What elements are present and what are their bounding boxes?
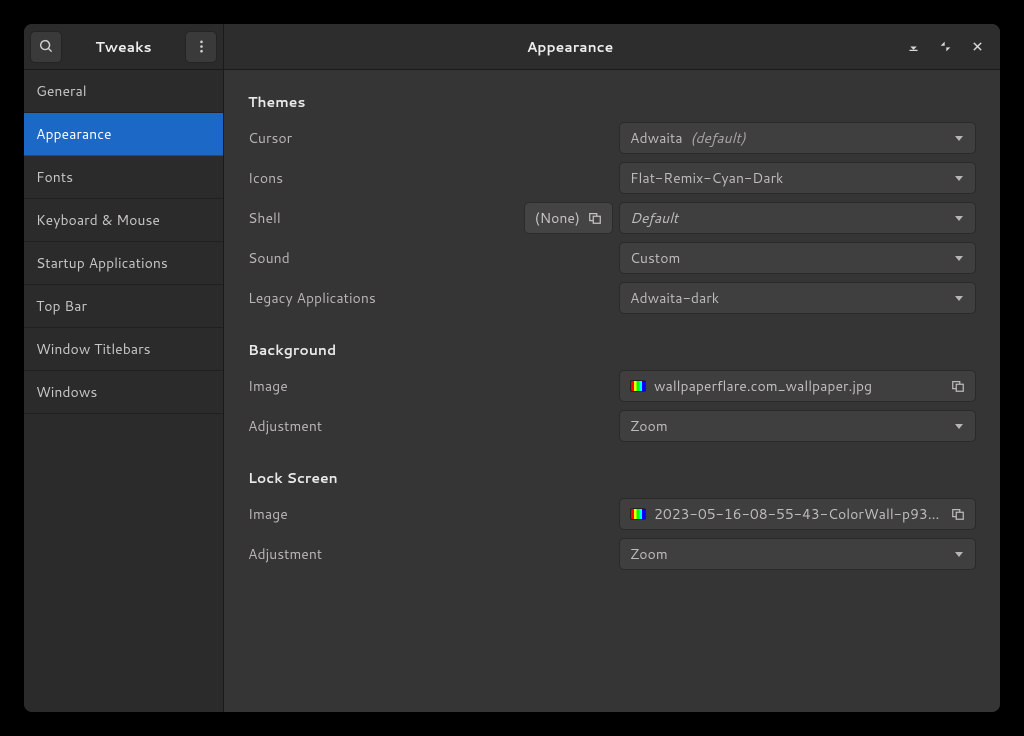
row-cursor: Cursor Adwaita (default) <box>248 122 976 154</box>
icons-dropdown[interactable]: Flat-Remix-Cyan-Dark <box>619 162 976 194</box>
section-title-background: Background <box>248 340 976 360</box>
file-name: wallpaperflare.com_wallpaper.jpg <box>654 376 943 396</box>
section-title-themes: Themes <box>248 92 976 112</box>
thumbnail-icon <box>630 380 646 392</box>
sidebar-item-label: Windows <box>36 382 97 402</box>
background-adjustment-dropdown[interactable]: Zoom <box>619 410 976 442</box>
row-label: Adjustment <box>248 416 322 436</box>
window-controls <box>906 40 990 54</box>
open-icon <box>951 379 965 393</box>
dropdown-value: Zoom <box>630 416 953 436</box>
chevron-down-icon <box>953 548 965 560</box>
background-image-button[interactable]: wallpaperflare.com_wallpaper.jpg <box>619 370 976 402</box>
body: General Appearance Fonts Keyboard & Mous… <box>24 70 1000 712</box>
maximize-button[interactable] <box>938 40 952 54</box>
row-label: Sound <box>248 248 290 268</box>
cursor-dropdown[interactable]: Adwaita (default) <box>619 122 976 154</box>
sidebar-item-label: Startup Applications <box>36 253 168 273</box>
row-sound: Sound Custom <box>248 242 976 274</box>
open-icon <box>588 211 602 225</box>
sidebar-item-appearance[interactable]: Appearance <box>24 113 223 156</box>
sidebar-item-startup-applications[interactable]: Startup Applications <box>24 242 223 285</box>
dropdown-value: Custom <box>630 248 953 268</box>
chevron-down-icon <box>953 292 965 304</box>
sidebar-item-fonts[interactable]: Fonts <box>24 156 223 199</box>
chevron-down-icon <box>953 252 965 264</box>
dropdown-value: Flat-Remix-Cyan-Dark <box>630 168 953 188</box>
sidebar-item-general[interactable]: General <box>24 70 223 113</box>
section-title-lock-screen: Lock Screen <box>248 468 976 488</box>
row-label: Shell <box>248 208 281 228</box>
sidebar-item-label: Appearance <box>36 124 112 144</box>
legacy-applications-dropdown[interactable]: Adwaita-dark <box>619 282 976 314</box>
minimize-icon <box>907 40 920 53</box>
minimize-button[interactable] <box>906 40 920 54</box>
row-shell: Shell (None) Default <box>248 202 976 234</box>
row-background-image: Image wallpaperflare.com_wallpaper.jpg <box>248 370 976 402</box>
thumbnail-icon <box>630 508 646 520</box>
page-title: Appearance <box>234 37 906 57</box>
row-background-adjustment: Adjustment Zoom <box>248 410 976 442</box>
search-button[interactable] <box>30 31 62 63</box>
window: Tweaks Appearance General Ap <box>24 24 1000 712</box>
row-lockscreen-adjustment: Adjustment Zoom <box>248 538 976 570</box>
dropdown-default-suffix: (default) <box>690 128 745 148</box>
sidebar-item-top-bar[interactable]: Top Bar <box>24 285 223 328</box>
sidebar-item-label: Fonts <box>36 167 73 187</box>
chevron-down-icon <box>953 172 965 184</box>
header-bar: Tweaks Appearance <box>24 24 1000 70</box>
chevron-down-icon <box>953 132 965 144</box>
sidebar-item-label: Keyboard & Mouse <box>36 210 160 230</box>
sidebar-item-label: Window Titlebars <box>36 339 151 359</box>
dropdown-value: Adwaita-dark <box>630 288 953 308</box>
chevron-down-icon <box>953 212 965 224</box>
sidebar-item-window-titlebars[interactable]: Window Titlebars <box>24 328 223 371</box>
open-icon <box>951 507 965 521</box>
row-label: Legacy Applications <box>248 288 376 308</box>
sidebar-item-label: Top Bar <box>36 296 87 316</box>
dropdown-value: Default <box>630 208 953 228</box>
close-button[interactable] <box>970 40 984 54</box>
sidebar: General Appearance Fonts Keyboard & Mous… <box>24 70 224 712</box>
header-left: Tweaks <box>24 24 224 69</box>
shell-none-button[interactable]: (None) <box>524 202 613 234</box>
search-icon <box>39 39 54 54</box>
sidebar-item-windows[interactable]: Windows <box>24 371 223 414</box>
close-icon <box>971 40 984 53</box>
row-label: Image <box>248 376 288 396</box>
dropdown-value: Zoom <box>630 544 953 564</box>
row-icons: Icons Flat-Remix-Cyan-Dark <box>248 162 976 194</box>
app-title: Tweaks <box>66 37 181 57</box>
sidebar-item-keyboard-mouse[interactable]: Keyboard & Mouse <box>24 199 223 242</box>
kebab-menu-icon <box>194 39 209 54</box>
shell-dropdown[interactable]: Default <box>619 202 976 234</box>
lockscreen-adjustment-dropdown[interactable]: Zoom <box>619 538 976 570</box>
row-label: Cursor <box>248 128 292 148</box>
dropdown-value: Adwaita <box>630 128 683 148</box>
file-name: 2023-05-16-08-55-43-ColorWall-p93qd3.jpg <box>654 504 943 524</box>
row-legacy-applications: Legacy Applications Adwaita-dark <box>248 282 976 314</box>
sound-dropdown[interactable]: Custom <box>619 242 976 274</box>
shell-none-label: (None) <box>535 208 580 228</box>
lockscreen-image-button[interactable]: 2023-05-16-08-55-43-ColorWall-p93qd3.jpg <box>619 498 976 530</box>
row-label: Image <box>248 504 288 524</box>
maximize-icon <box>939 40 952 53</box>
header-right: Appearance <box>224 24 1000 69</box>
chevron-down-icon <box>953 420 965 432</box>
row-label: Icons <box>248 168 283 188</box>
row-lockscreen-image: Image 2023-05-16-08-55-43-ColorWall-p93q… <box>248 498 976 530</box>
menu-button[interactable] <box>185 31 217 63</box>
content-area: Themes Cursor Adwaita (default) Icons <box>224 70 1000 712</box>
sidebar-item-label: General <box>36 81 87 101</box>
row-label: Adjustment <box>248 544 322 564</box>
